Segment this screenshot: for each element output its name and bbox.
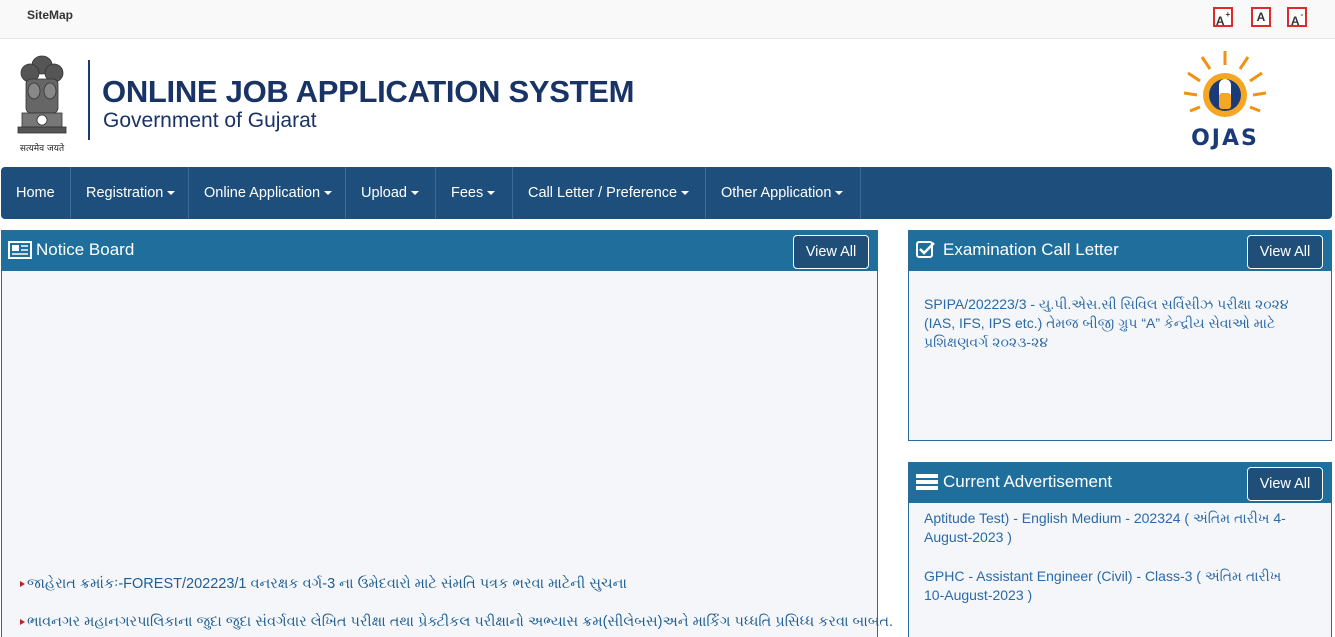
chevron-down-icon	[410, 191, 419, 196]
list-icon	[916, 474, 938, 490]
site-title: ONLINE JOB APPLICATION SYSTEM	[102, 74, 635, 109]
site-subtitle: Government of Gujarat	[103, 109, 317, 132]
advertisement-item[interactable]: GPHC - Assistant Engineer (Civil) - Clas…	[924, 567, 1301, 605]
emblem-caption: सत्यमेव जयते	[20, 142, 65, 154]
font-normal-button[interactable]: A	[1251, 7, 1271, 27]
ojas-logo-icon: OJAS	[1183, 51, 1267, 151]
list-item[interactable]: ભાવનગર મહાનગરપાલિકાના જુદા જુદા સંવર્ગવા…	[20, 614, 893, 630]
nav-upload[interactable]: Upload	[346, 167, 436, 219]
bullet-icon	[20, 619, 25, 626]
exam-call-letter-panel: Examination Call Letter View All SPIPA/2…	[908, 230, 1332, 441]
chevron-down-icon	[681, 191, 690, 196]
main-navbar: Home Registration Online Application Upl…	[1, 167, 1332, 219]
font-decrease-button[interactable]: A-	[1287, 7, 1307, 28]
chevron-down-icon	[167, 191, 176, 196]
list-item[interactable]: જાહેરાત ક્રમાંકઃ-FOREST/202223/1 વનરક્ષક…	[20, 576, 627, 592]
nav-online-application[interactable]: Online Application	[189, 167, 346, 219]
current-advertisement-header: Current Advertisement View All	[909, 463, 1331, 503]
nav-other-application[interactable]: Other Application	[706, 167, 861, 219]
current-advertisement-title: Current Advertisement	[943, 472, 1113, 491]
notice-board-title: Notice Board	[36, 240, 135, 259]
header-divider	[88, 60, 90, 140]
bullet-icon	[20, 581, 25, 588]
notice-board-panel: Notice Board View All જાહેરાત ક્રમાંકઃ-F…	[1, 230, 893, 637]
nav-registration[interactable]: Registration	[71, 167, 189, 219]
national-emblem-icon: सत्यमेव जयते	[17, 55, 67, 154]
ojas-logo-text: OJAS	[1191, 126, 1259, 151]
site-header: सत्यमेव जयते ONLINE JOB APPLICATION SYST…	[0, 39, 1335, 167]
notice-board-view-all-button[interactable]: View All	[793, 235, 869, 269]
nav-fees[interactable]: Fees	[436, 167, 513, 219]
sitemap-link[interactable]: SiteMap	[27, 8, 73, 22]
exam-call-letter-title: Examination Call Letter	[943, 240, 1119, 259]
nav-call-letter-preference[interactable]: Call Letter / Preference	[513, 167, 706, 219]
checkbox-icon	[916, 241, 935, 258]
exam-call-letter-header: Examination Call Letter View All	[909, 231, 1331, 271]
chevron-down-icon	[324, 191, 333, 196]
chevron-down-icon	[835, 191, 844, 196]
current-advertisement-view-all-button[interactable]: View All	[1247, 467, 1323, 501]
nav-home[interactable]: Home	[1, 167, 71, 219]
newspaper-icon	[8, 241, 32, 259]
notice-board-header: Notice Board View All	[2, 231, 877, 271]
font-increase-button[interactable]: A+	[1213, 7, 1233, 28]
advertisement-item[interactable]: Aptitude Test) - English Medium - 202324…	[924, 509, 1301, 547]
current-advertisement-panel: Aptitude Test) - English Medium - 202324…	[908, 462, 1332, 637]
chevron-down-icon	[487, 191, 496, 196]
top-utility-bar: SiteMap A+ A A-	[0, 0, 1335, 39]
call-letter-link[interactable]: SPIPA/202223/3 - યુ.પી.એસ.સી સિવિલ સર્વિ…	[924, 295, 1301, 352]
exam-call-letter-view-all-button[interactable]: View All	[1247, 235, 1323, 269]
